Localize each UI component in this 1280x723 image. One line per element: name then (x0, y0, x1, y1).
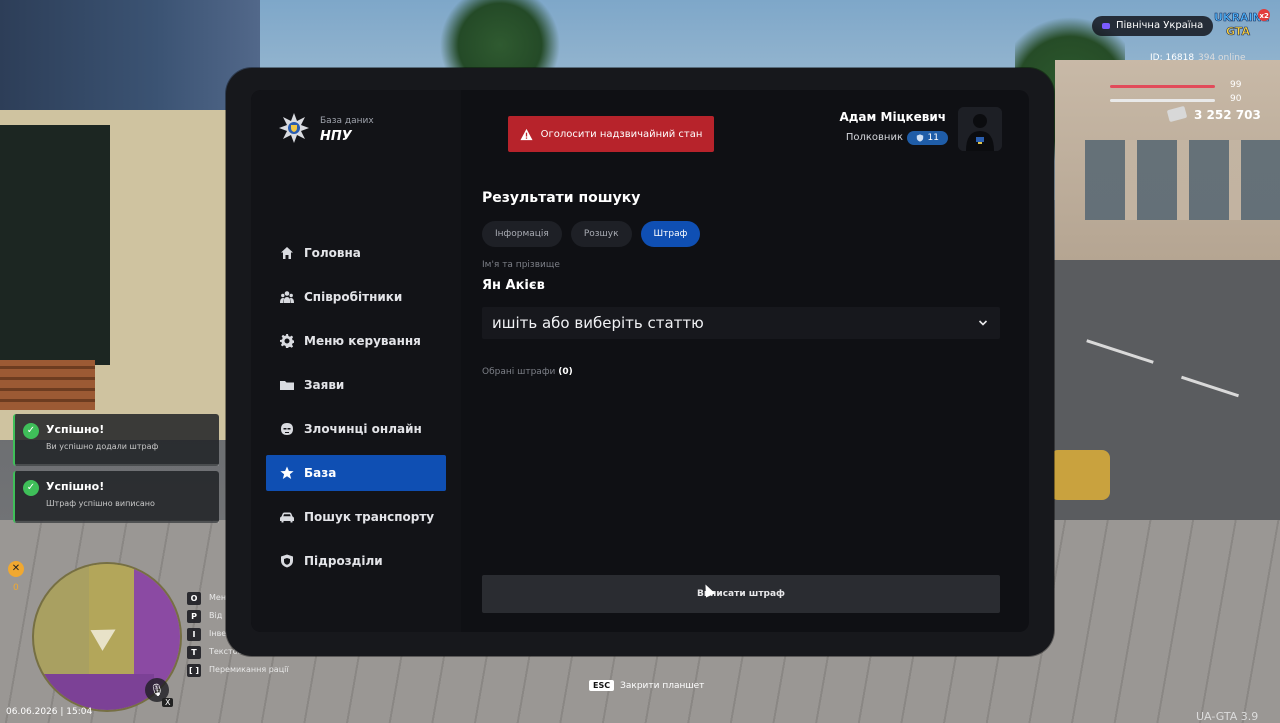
sidebar-nav: Головна Співробітники Меню керування Зая… (266, 235, 446, 587)
money-display: 3 252 703 (1166, 105, 1261, 123)
sidebar-item-divisions[interactable]: Підрозділи (266, 543, 446, 579)
sidebar-item-database[interactable]: База (266, 455, 446, 491)
health-value: 99 (1230, 80, 1242, 90)
keybind-label: Перемикання рації (209, 665, 289, 674)
notification-success: ✓ Успішно! Ви успішно додали штраф (13, 414, 219, 466)
badge-shield-icon (916, 134, 923, 142)
warning-icon (520, 128, 533, 140)
keycap: I (187, 628, 201, 641)
keycap: T (187, 646, 201, 659)
shield-icon (280, 554, 294, 568)
close-tablet-hint[interactable]: ESC Закрити планшет (589, 680, 704, 691)
article-select[interactable]: ишіть або виберіть статтю (482, 307, 1000, 339)
sidebar-item-label: Пошук транспорту (304, 510, 435, 524)
car-icon (280, 510, 294, 524)
sidebar-item-label: Співробітники (304, 290, 403, 304)
tab-wanted[interactable]: Розшук (570, 221, 632, 247)
region-icon (1102, 23, 1110, 29)
sidebar-item-criminals-online[interactable]: Злочинці онлайн (266, 411, 446, 447)
mic-key: X (162, 698, 174, 707)
region-name: Північна Україна (1116, 20, 1204, 31)
close-tablet-label: Закрити планшет (620, 680, 705, 691)
game-version: UA-GTA 3.9 (1196, 710, 1259, 723)
police-emblem-icon (279, 113, 309, 143)
sidebar-item-label: Підрозділи (304, 554, 383, 568)
keycap: P (187, 610, 201, 623)
issue-fine-button[interactable]: Виписати штраф (482, 575, 1000, 613)
notification-text: Штраф успішно виписано (46, 499, 155, 508)
result-tabs: Інформація Розшук Штраф (482, 221, 701, 247)
tab-fine[interactable]: Штраф (640, 221, 701, 247)
name-value: Ян Акієв (482, 278, 545, 293)
esc-key: ESC (589, 680, 615, 691)
sidebar-item-employees[interactable]: Співробітники (266, 279, 446, 315)
users-icon (280, 290, 294, 304)
user-rank: Полковник (845, 132, 903, 143)
rank-level: 11 (927, 133, 939, 143)
notification-text: Ви успішно додали штраф (46, 442, 159, 451)
player-id: ID: 16818 (1150, 53, 1195, 63)
star-icon (280, 466, 294, 480)
brand-title: НПУ (320, 129, 352, 144)
home-icon (280, 246, 294, 260)
minimap-counter: 0 (13, 583, 19, 593)
brand-subtitle: База даних (320, 116, 374, 126)
gear-icon (280, 334, 294, 348)
article-select-input[interactable]: ишіть або виберіть статтю (492, 314, 704, 332)
tablet-header: Оголосити надзвичайний стан Адам Міцкеви… (461, 90, 1029, 170)
selected-fines-count: (0) (558, 367, 573, 377)
mask-icon (280, 422, 294, 436)
sidebar-item-home[interactable]: Головна (266, 235, 446, 271)
wanted-icon: ✕ (8, 561, 24, 577)
health-bar (1110, 85, 1215, 88)
sidebar-item-label: Меню керування (304, 334, 421, 348)
rank-level-badge: 11 (906, 131, 948, 145)
sidebar-item-vehicle-search[interactable]: Пошук транспорту (266, 499, 446, 535)
declare-emergency-label: Оголосити надзвичайний стан (540, 128, 703, 140)
check-icon: ✓ (23, 423, 39, 439)
name-label: Ім'я та прізвище (482, 260, 560, 270)
datetime: 06.06.2026 | 15:04 (6, 707, 93, 717)
chevron-down-icon (978, 320, 988, 326)
keybind-label: Від (209, 611, 223, 620)
svg-text:GTA: GTA (1226, 25, 1250, 38)
keybind-label: Мен (209, 593, 227, 602)
notification-title: Успішно! (46, 423, 105, 436)
notification-success: ✓ Успішно! Штраф успішно виписано (13, 471, 219, 523)
notification-title: Успішно! (46, 480, 105, 493)
money-value: 3 252 703 (1194, 108, 1261, 122)
game-logo: UKRAINE GTA x2 (1214, 9, 1270, 38)
sidebar-item-label: Заяви (304, 378, 345, 392)
selected-fines: Обрані штрафи (0) (482, 367, 573, 377)
user-name: Адам Міцкевич (839, 110, 946, 124)
keycap: O (187, 592, 201, 605)
svg-text:x2: x2 (1260, 12, 1270, 20)
sidebar-item-label: База (304, 466, 337, 480)
folder-icon (280, 378, 294, 392)
check-icon: ✓ (23, 480, 39, 496)
online-count: 394 online (1198, 53, 1246, 63)
page-title: Результати пошуку (482, 190, 641, 206)
tablet-screen: База даних НПУ Головна Співробітники Мен… (251, 90, 1029, 632)
declare-emergency-button[interactable]: Оголосити надзвичайний стан (508, 116, 714, 152)
sidebar-item-applications[interactable]: Заяви (266, 367, 446, 403)
sidebar-item-label: Злочинці онлайн (304, 422, 422, 436)
avatar (958, 107, 1002, 151)
region-indicator: Північна Україна (1092, 16, 1214, 36)
tab-information[interactable]: Інформація (482, 221, 562, 247)
sidebar-item-control-menu[interactable]: Меню керування (266, 323, 446, 359)
armor-bar (1110, 99, 1215, 102)
sidebar-item-label: Головна (304, 246, 361, 260)
selected-fines-label: Обрані штрафи (482, 367, 556, 377)
keycap: [ ] (187, 664, 201, 677)
sidebar: База даних НПУ Головна Співробітники Мен… (251, 90, 461, 632)
armor-value: 90 (1230, 94, 1242, 104)
